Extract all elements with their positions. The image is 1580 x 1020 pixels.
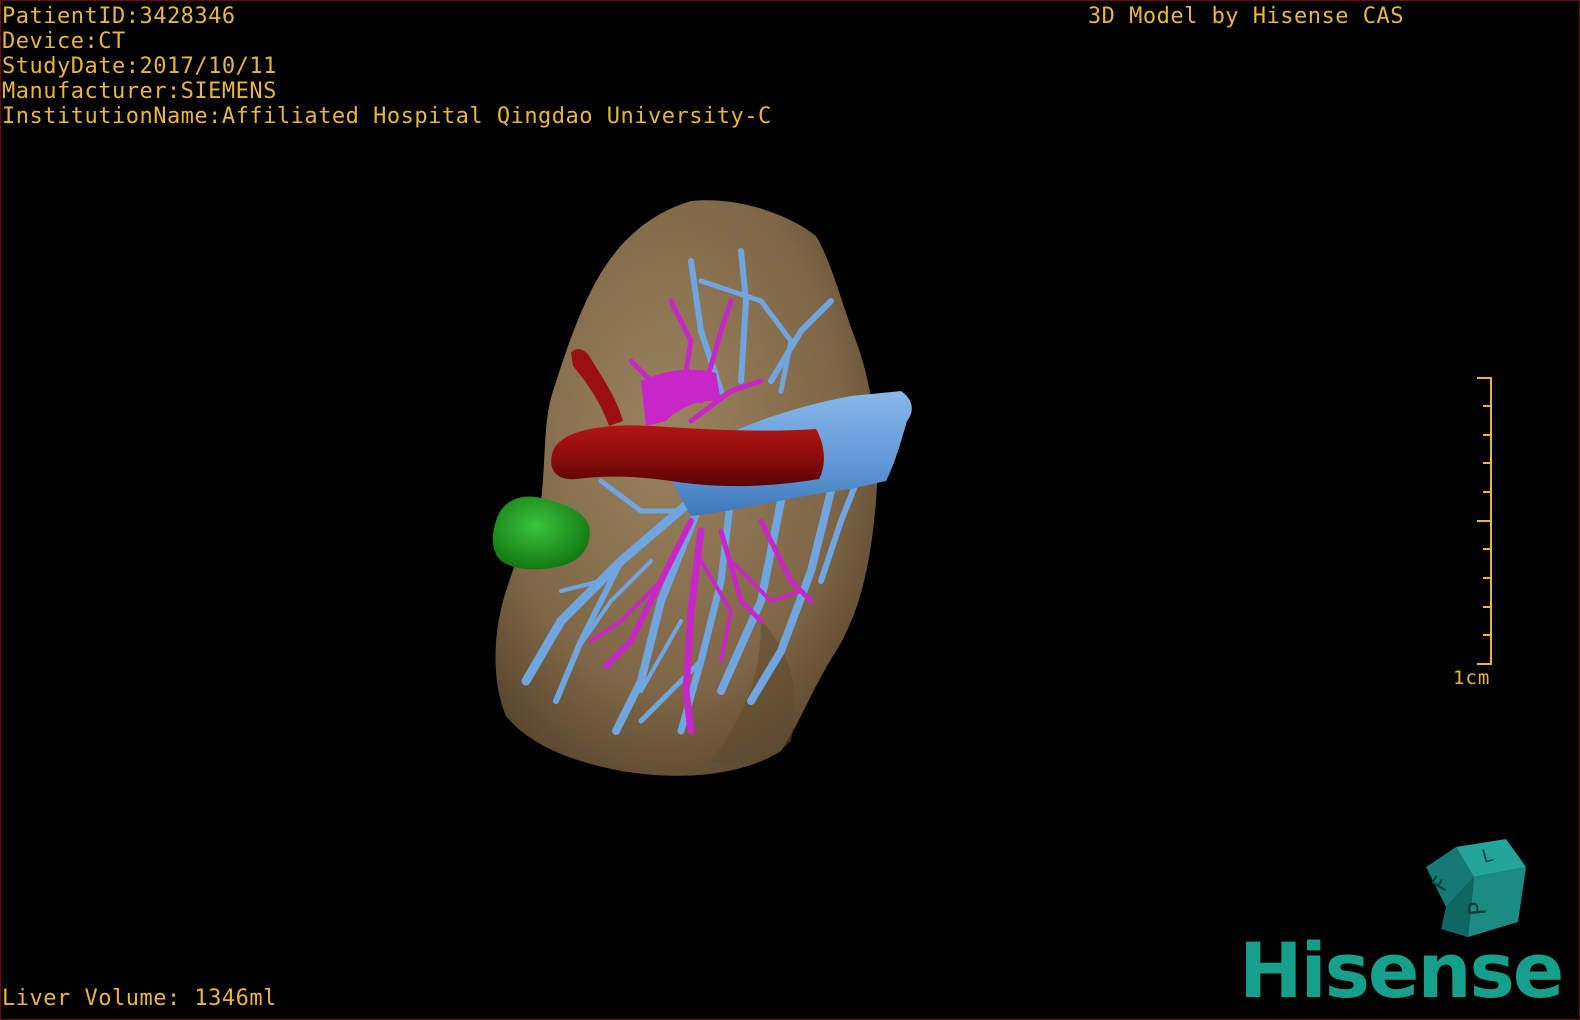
red-vessel xyxy=(551,425,824,487)
institution-text: InstitutionName:Affiliated Hospital Qing… xyxy=(2,104,772,129)
liver-volume-text: Liver Volume: 1346ml xyxy=(2,986,277,1011)
scale-label: 1cm xyxy=(1453,667,1491,689)
model-title: 3D Model by Hisense CAS xyxy=(1087,4,1404,29)
3d-viewport[interactable]: PatientID:3428346 Device:CT StudyDate:20… xyxy=(0,0,1580,1020)
hisense-logo: Hisense xyxy=(1239,931,1564,1011)
scale-bar xyxy=(1477,377,1492,665)
liver-3d-model[interactable] xyxy=(1,1,1580,1020)
cube-face-p: P xyxy=(1463,900,1492,917)
patient-info-overlay: PatientID:3428346 Device:CT StudyDate:20… xyxy=(2,4,772,129)
manufacturer-text: Manufacturer:SIEMENS xyxy=(2,79,277,104)
device-text: Device:CT xyxy=(2,29,126,54)
hisense-logo-text: Hisense xyxy=(1239,926,1564,1015)
study-date-text: StudyDate:2017/10/11 xyxy=(2,54,277,79)
patient-id-text: PatientID:3428346 xyxy=(2,4,236,29)
